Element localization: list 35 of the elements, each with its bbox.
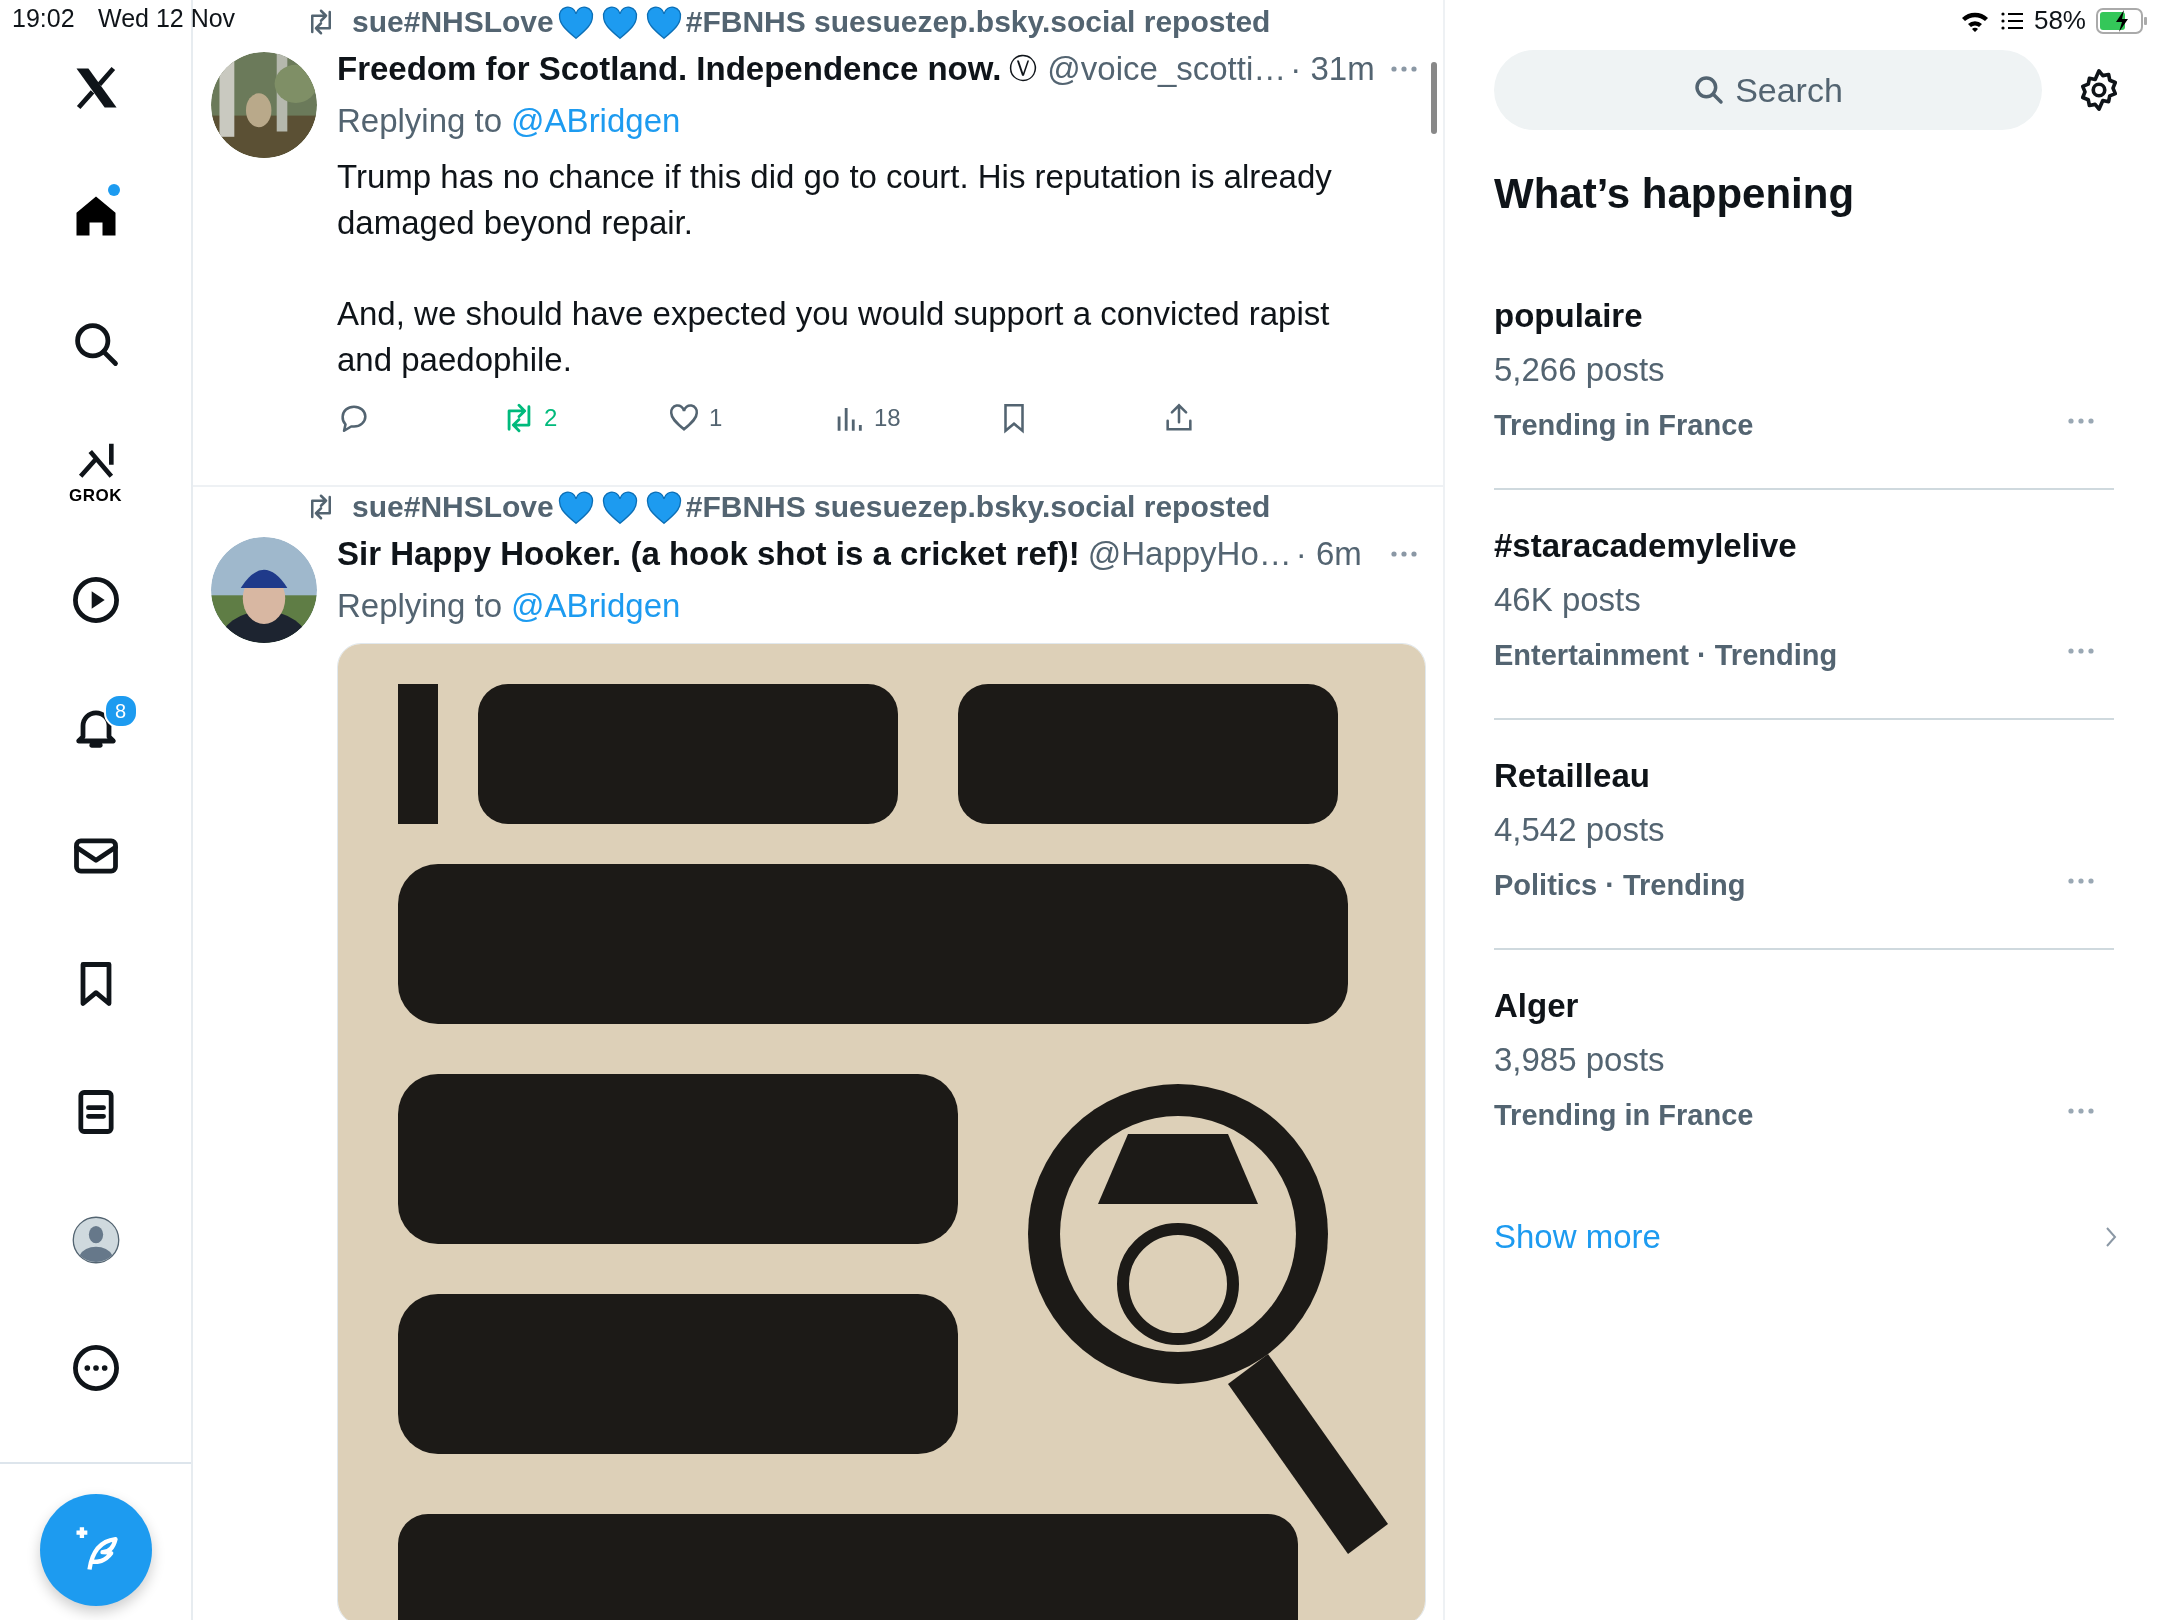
- post-text: Trump has no chance if this did go to court. His reputation is already damaged beyond repair.: [337, 157, 1333, 243]
- post-time: · 6m: [1295, 535, 1362, 573]
- replying-label: Replying to: [337, 102, 503, 140]
- post-time: · 31m: [1290, 50, 1375, 88]
- trend-category: Politics · Trending: [1494, 867, 1746, 903]
- like-button[interactable]: 1: [667, 401, 832, 435]
- repost-label: #FBNHS suesuezep.bsky.social reposted: [685, 5, 1271, 39]
- status-date: Wed 12 Nov: [98, 4, 236, 33]
- trend-category: Trending in France: [1494, 407, 1754, 443]
- author-name[interactable]: Freedom for Scotland. Independence now.: [337, 50, 1002, 88]
- reposter-name: sue#NHSLove: [352, 5, 554, 39]
- views-button[interactable]: 18: [832, 401, 997, 435]
- replying-label: Replying to: [337, 587, 503, 625]
- trend-title[interactable]: populaire: [1494, 292, 2114, 340]
- author-handle[interactable]: @HappyHo…: [1087, 535, 1292, 573]
- trend-category: Entertainment · Trending: [1494, 637, 1838, 673]
- trend-post-count: 3,985 posts: [1494, 1040, 1666, 1080]
- section-heading: What’s happening: [1494, 170, 1856, 218]
- grok-nav-button[interactable]: GROK: [69, 438, 122, 506]
- author-name[interactable]: Sir Happy Hooker. (a hook shot is a cricket ref)!: [337, 535, 1080, 573]
- post-text: And, we should have expected you would support a convicted rapist and paedophile.: [337, 294, 1331, 380]
- verified-mark: Ⓥ: [1009, 51, 1038, 87]
- trend-post-count: 46K posts: [1494, 580, 1642, 620]
- trend-post-count: 4,542 posts: [1494, 810, 1666, 850]
- search-field[interactable]: Search: [1494, 50, 2042, 130]
- reposter-name: sue#NHSLove: [352, 490, 554, 524]
- trend-title[interactable]: Retailleau: [1494, 752, 2114, 800]
- author-handle[interactable]: @voice_scotti…: [1047, 50, 1287, 88]
- trend-title[interactable]: #staracademylelive: [1494, 522, 2114, 570]
- notification-badge: 8: [103, 694, 138, 728]
- trend-category: Trending in France: [1494, 1097, 1754, 1133]
- trend-post-count: 5,266 posts: [1494, 350, 1666, 390]
- trend-title[interactable]: Alger: [1494, 982, 2114, 1030]
- battery-percentage: 58%: [2033, 5, 2086, 36]
- repost-label: #FBNHS suesuezep.bsky.social reposted: [685, 490, 1271, 524]
